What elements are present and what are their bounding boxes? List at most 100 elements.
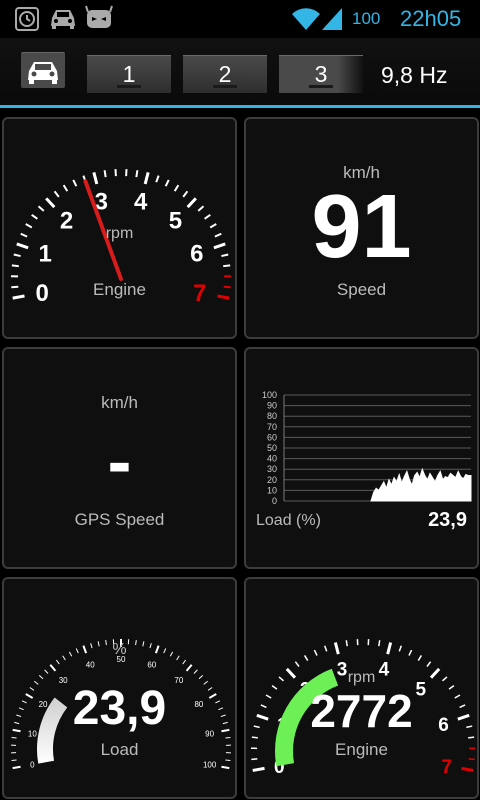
minor-tick: [225, 759, 231, 761]
major-tick: [186, 197, 197, 209]
minor-tick: [62, 184, 69, 192]
engine-arc-panel[interactable]: 01234567 rpm 2772 Engine: [244, 577, 479, 799]
page-tab-2[interactable]: 2: [183, 55, 267, 93]
page-tab-label: 1: [122, 61, 136, 87]
car-icon: [28, 62, 58, 84]
minor-tick: [417, 655, 423, 661]
minor-tick: [225, 737, 231, 739]
load-chart-value: 23,9: [428, 509, 467, 531]
minor-tick: [398, 645, 403, 652]
major-tick: [213, 242, 226, 250]
page-tab-1[interactable]: 1: [87, 55, 171, 93]
minor-tick: [72, 179, 78, 187]
tab-indicator: [213, 85, 237, 88]
minor-tick: [38, 675, 44, 680]
tick-label: 60: [147, 660, 156, 669]
minor-tick: [53, 190, 60, 198]
engine-dial-label: Engine: [93, 280, 146, 299]
major-tick: [16, 242, 29, 250]
page-tab-3[interactable]: 3: [279, 55, 363, 93]
minor-tick: [345, 640, 348, 647]
y-tick-label: 70: [267, 422, 277, 432]
load-chart-panel[interactable]: 0 10 20 30 40 50 60 70 80 90 100 Load (%) 23,9: [244, 347, 479, 569]
alarm-icon: [15, 7, 39, 31]
y-tick-label: 80: [267, 411, 277, 421]
minor-tick: [294, 661, 300, 667]
load-line-chart: 0102030405060708090100: [262, 390, 472, 506]
minor-tick: [135, 170, 139, 178]
status-bar: 100 22h05: [0, 0, 480, 38]
major-tick: [12, 765, 21, 770]
minor-tick: [13, 253, 21, 258]
major-tick: [333, 642, 340, 655]
minor-tick: [44, 669, 49, 674]
minor-tick: [204, 213, 211, 220]
tick-label: 100: [203, 761, 217, 770]
minor-tick: [37, 205, 45, 212]
major-tick: [185, 664, 193, 672]
minor-tick: [173, 184, 180, 192]
major-tick: [386, 642, 393, 655]
major-tick: [221, 765, 230, 770]
minor-tick: [223, 264, 231, 268]
speed-label: Speed: [336, 280, 387, 299]
gps-speed-panel[interactable]: km/h - GPS Speed: [2, 347, 237, 569]
android-icon: [85, 5, 113, 28]
major-tick: [45, 197, 56, 209]
page-tab-label: 2: [218, 61, 232, 87]
load-dial-value: 23,9: [72, 682, 167, 735]
engine-rpm-dial-panel[interactable]: 01234567 rpm Engine: [2, 117, 237, 339]
minor-tick: [182, 190, 189, 198]
tick-label: 0: [30, 761, 35, 770]
gps-speed-label: GPS Speed: [74, 510, 165, 529]
speed-panel[interactable]: km/h 91 Speed: [244, 117, 479, 339]
load-dial-unit: %: [112, 641, 127, 658]
major-tick: [461, 766, 474, 772]
load-dial-label: Load: [100, 740, 139, 759]
load-dial-panel[interactable]: 0 10 20 30 40 50 60 70 80 90 100 % 23,9 Load: [2, 577, 237, 799]
signal-icon: [322, 8, 342, 30]
major-tick: [143, 172, 150, 185]
minor-tick: [426, 661, 432, 667]
load-chart-label: Load (%): [256, 512, 321, 529]
minor-tick: [408, 649, 413, 656]
tick-label: 4: [134, 188, 148, 215]
engine-dial-unit: rpm: [105, 225, 134, 242]
page-tab-label: 3: [314, 61, 328, 87]
minor-tick: [198, 675, 204, 680]
minor-tick: [303, 655, 309, 661]
tab-indicator: [309, 85, 333, 88]
vehicle-button[interactable]: [21, 52, 65, 88]
minor-tick: [11, 759, 17, 761]
speed-value: 91: [311, 177, 412, 277]
minor-tick: [31, 213, 38, 220]
toolbar-divider: [0, 105, 480, 108]
battery-level: 100: [352, 9, 381, 28]
y-tick-label: 100: [262, 390, 277, 400]
gps-speed-unit: km/h: [101, 393, 138, 412]
series-area: [370, 467, 472, 502]
minor-tick: [55, 659, 60, 665]
minor-tick: [193, 669, 198, 674]
minor-tick: [182, 659, 187, 665]
tick-label: 1: [38, 241, 51, 268]
y-tick-label: 60: [267, 432, 277, 442]
engine-arc-value: 2772: [310, 685, 413, 737]
y-tick-label: 0: [272, 496, 277, 506]
minor-tick: [221, 253, 229, 258]
toolbar: 1 2 3 9,8 Hz: [0, 38, 480, 106]
tab-indicator: [117, 85, 141, 88]
engine-arc-label: Engine: [335, 740, 388, 759]
y-tick-label: 20: [267, 475, 277, 485]
y-tick-label: 90: [267, 401, 277, 411]
minor-tick: [11, 264, 19, 268]
major-tick: [92, 172, 99, 185]
major-tick: [49, 664, 57, 672]
y-tick-label: 50: [267, 443, 277, 453]
minor-tick: [197, 205, 205, 212]
refresh-rate: 9,8 Hz: [381, 62, 448, 88]
car-icon: [51, 10, 75, 29]
minor-tick: [103, 170, 107, 178]
minor-tick: [11, 737, 17, 739]
clock: 22h05: [400, 6, 462, 31]
